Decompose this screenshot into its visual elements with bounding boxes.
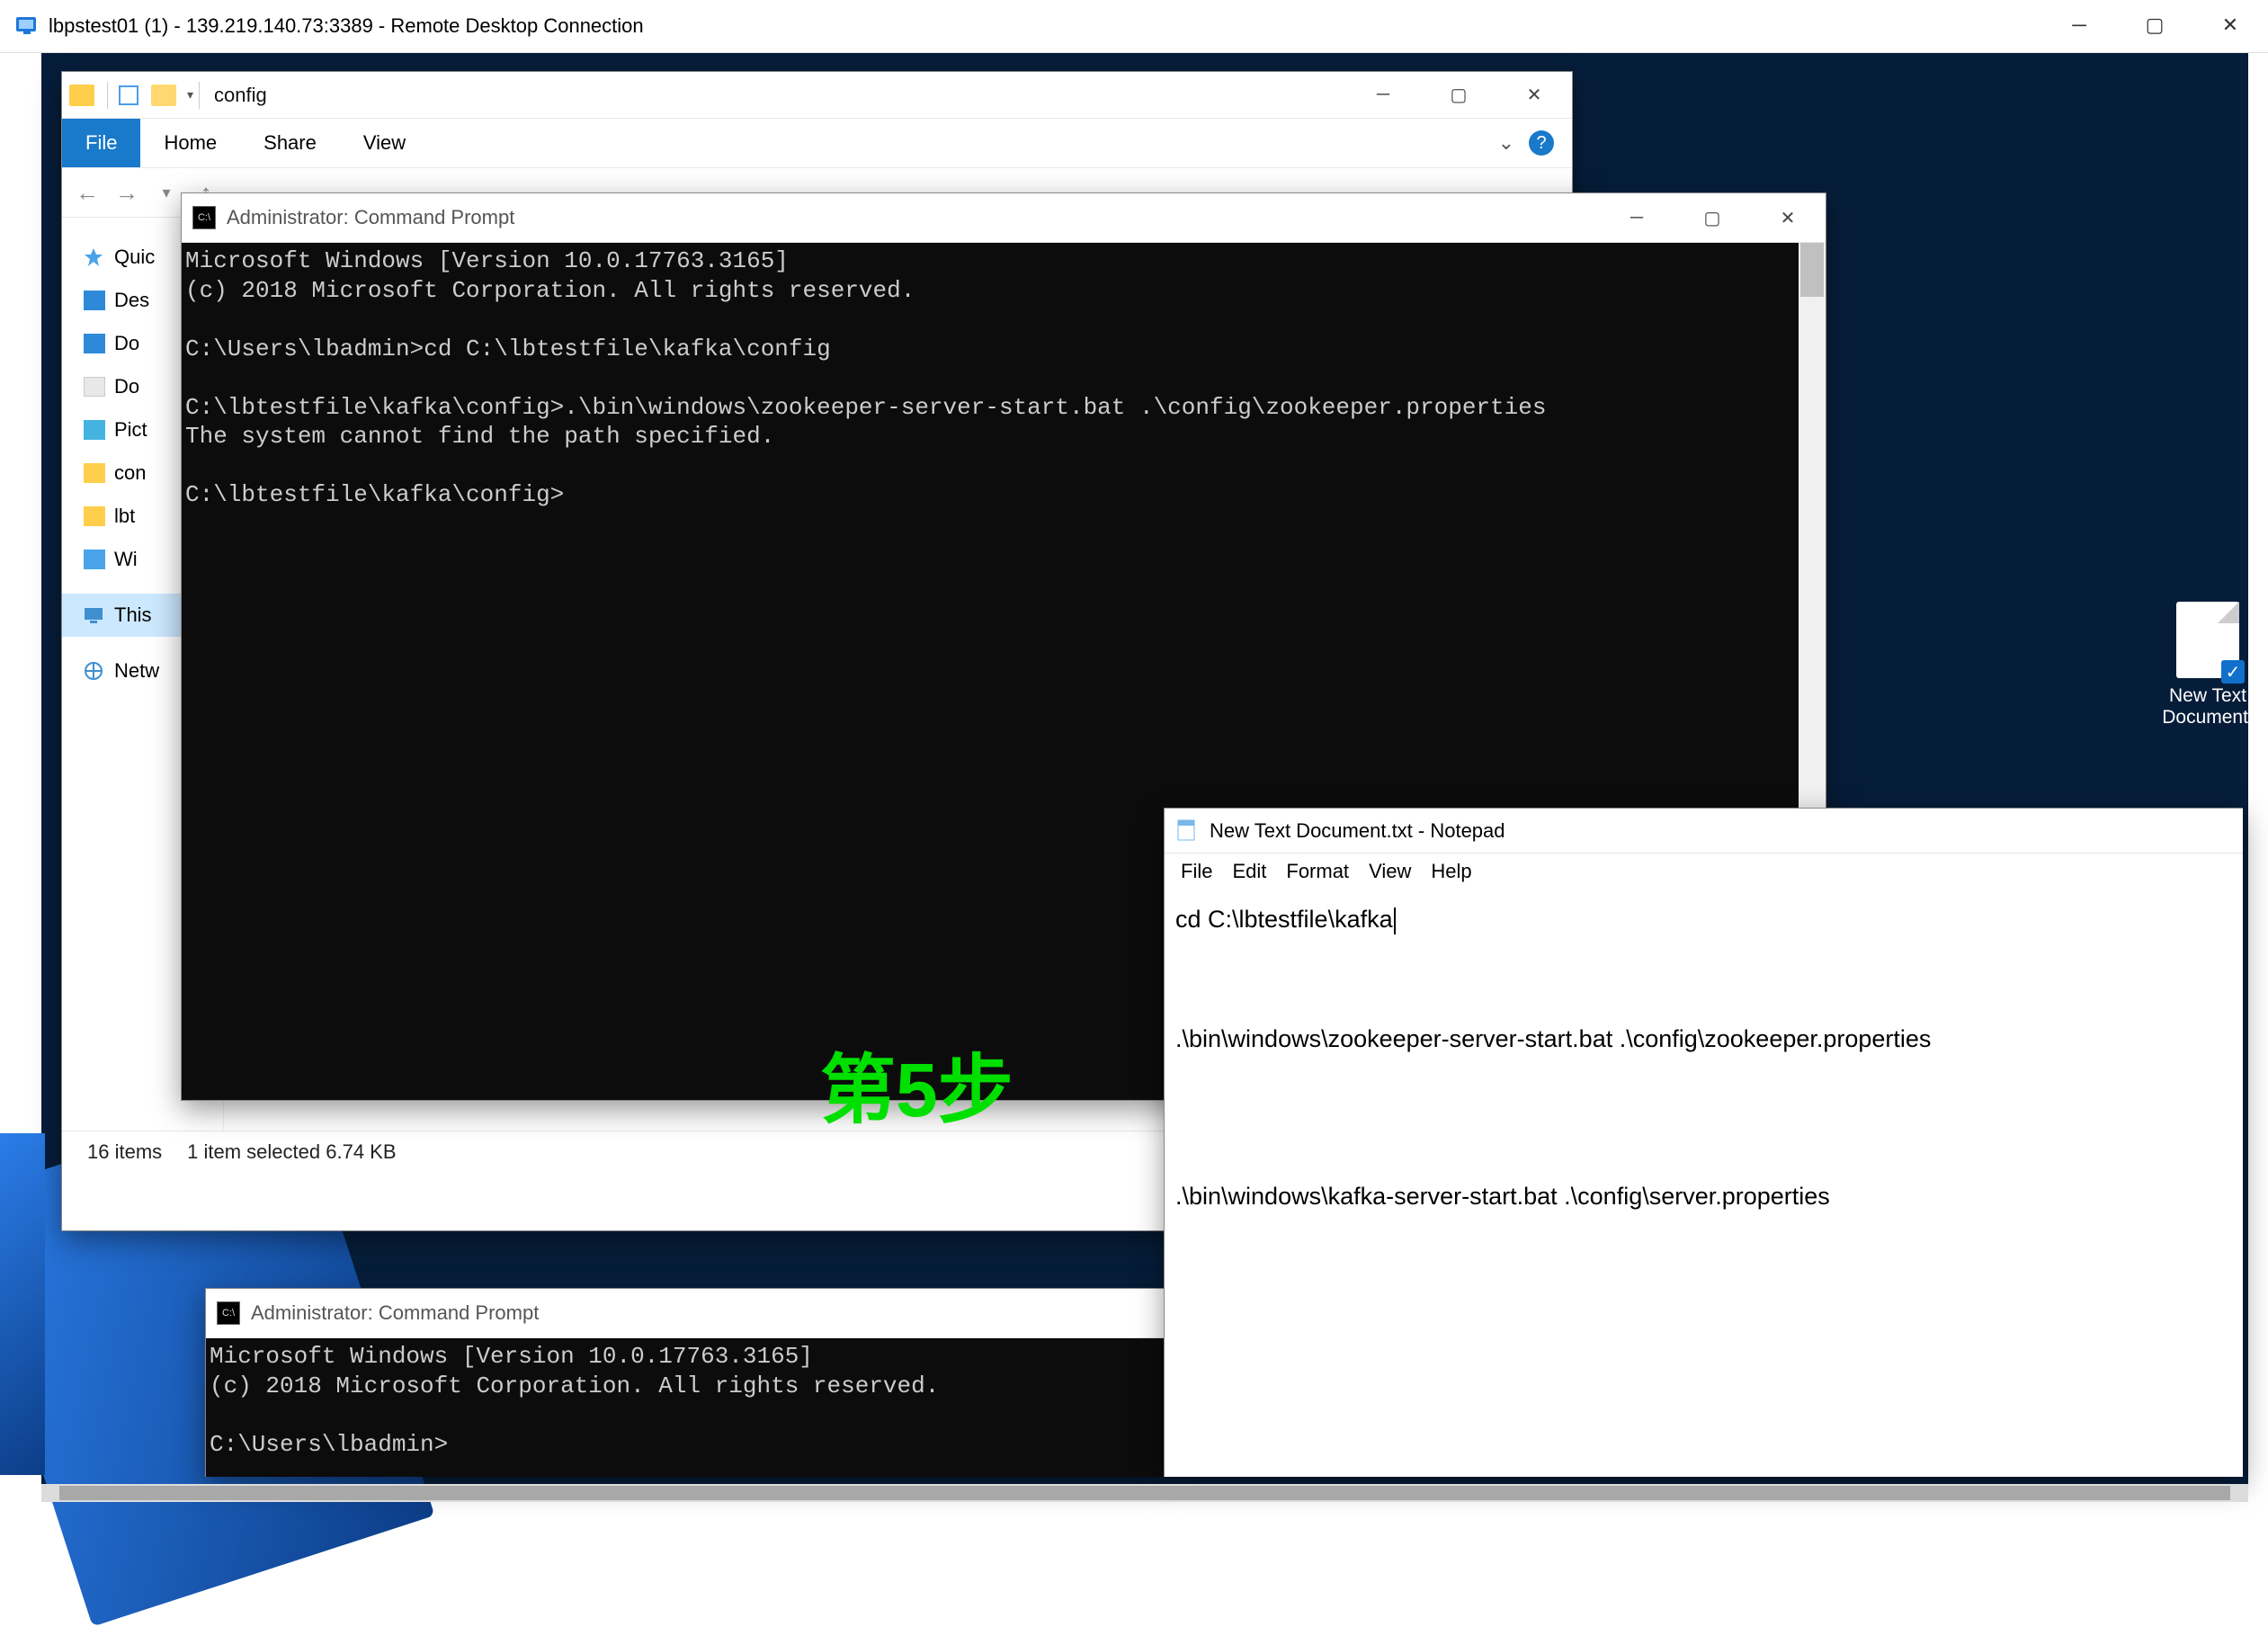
sidebar-item-label: Do	[114, 332, 139, 355]
rdp-title-text: lbpstest01 (1) - 139.219.140.73:3389 - R…	[49, 14, 644, 38]
cmd-window-2[interactable]: C:\ Administrator: Command Prompt Micros…	[205, 1288, 1167, 1477]
monitor-icon	[84, 605, 105, 625]
cmd1-title-text: Administrator: Command Prompt	[227, 206, 514, 229]
tab-share[interactable]: Share	[240, 119, 340, 167]
sidebar-item-label: Do	[114, 375, 139, 398]
close-button[interactable]: ✕	[1496, 72, 1572, 119]
menu-file[interactable]: File	[1174, 856, 1219, 887]
tab-home[interactable]: Home	[140, 119, 240, 167]
cmd2-titlebar: C:\ Administrator: Command Prompt	[206, 1289, 1166, 1338]
text-caret	[1394, 907, 1396, 934]
scrollbar-thumb[interactable]	[59, 1486, 2230, 1500]
maximize-button[interactable]: ▢	[2117, 0, 2192, 50]
maximize-button[interactable]: ▢	[1674, 194, 1750, 241]
minimize-button[interactable]: ─	[1599, 194, 1674, 241]
close-button[interactable]: ✕	[2192, 0, 2268, 50]
notepad-title-text: New Text Document.txt - Notepad	[1210, 819, 1505, 843]
sidebar-item-label: con	[114, 461, 146, 485]
explorer-quick-access-toolbar: ▾ config ─ ▢ ✕	[62, 72, 1572, 119]
explorer-title: config	[214, 84, 267, 107]
notepad-menu-bar: File Edit Format View Help	[1165, 854, 2243, 889]
separator	[107, 82, 108, 109]
sidebar-item-label: Des	[114, 289, 149, 312]
editor-line: .\bin\windows\kafka-server-start.bat .\c…	[1175, 1183, 1830, 1210]
star-icon	[84, 247, 105, 267]
folder-icon[interactable]	[151, 85, 176, 106]
network-icon	[84, 661, 105, 681]
rdp-icon	[14, 13, 40, 39]
cmd-icon: C:\	[217, 1301, 240, 1325]
cmd2-title-text: Administrator: Command Prompt	[251, 1301, 539, 1325]
pictures-icon	[84, 420, 105, 440]
folder-icon	[69, 85, 94, 106]
menu-edit[interactable]: Edit	[1225, 856, 1273, 887]
minimize-button[interactable]: ─	[1345, 72, 1421, 119]
desktop-icon	[84, 291, 105, 310]
rdp-window-controls: ─ ▢ ✕	[2041, 0, 2268, 50]
cmd2-terminal[interactable]: Microsoft Windows [Version 10.0.17763.31…	[206, 1338, 1166, 1477]
documents-icon	[84, 377, 105, 397]
sidebar-item-label: lbt	[114, 505, 135, 528]
menu-view[interactable]: View	[1362, 856, 1418, 887]
remote-desktop[interactable]: New Text Document. ▾ config ─ ▢ ✕ File	[41, 53, 2248, 1502]
nav-forward-icon[interactable]: →	[112, 179, 141, 207]
tab-view[interactable]: View	[340, 119, 429, 167]
folder-icon	[84, 506, 105, 526]
host-wallpaper-sliver	[0, 1133, 45, 1475]
cmd1-window-controls: ─ ▢ ✕	[1599, 194, 1826, 241]
cmd1-titlebar: C:\ Administrator: Command Prompt ─ ▢ ✕	[182, 193, 1826, 243]
notepad-titlebar: New Text Document.txt - Notepad	[1165, 809, 2243, 854]
windows-icon	[84, 550, 105, 569]
minimize-button[interactable]: ─	[2041, 0, 2117, 50]
cmd-icon: C:\	[192, 206, 216, 229]
downloads-icon	[84, 334, 105, 353]
folder-icon	[84, 463, 105, 483]
desktop-icon-label: Document.	[2149, 707, 2266, 729]
separator	[199, 82, 200, 109]
desktop-icon-new-text-document[interactable]: New Text Document.	[2149, 602, 2266, 729]
desktop-icon-label: New Text	[2149, 685, 2266, 707]
nav-history-icon[interactable]: ▾	[152, 183, 181, 202]
sidebar-item-label: Netw	[114, 659, 159, 683]
close-button[interactable]: ✕	[1750, 194, 1826, 241]
sidebar-item-label: Wi	[114, 548, 138, 571]
ribbon-expand-icon[interactable]: ⌄	[1498, 131, 1514, 155]
menu-format[interactable]: Format	[1279, 856, 1356, 887]
editor-line: .\bin\windows\zookeeper-server-start.bat…	[1175, 1025, 1931, 1052]
maximize-button[interactable]: ▢	[1421, 72, 1496, 119]
notepad-editor[interactable]: cd C:\lbtestfile\kafka .\bin\windows\zoo…	[1165, 889, 2243, 1230]
rdp-horizontal-scrollbar[interactable]	[41, 1484, 2248, 1502]
status-selection: 1 item selected 6.74 KB	[187, 1140, 396, 1164]
text-file-icon	[2176, 602, 2239, 678]
rdp-window: lbpstest01 (1) - 139.219.140.73:3389 - R…	[0, 0, 2268, 1502]
notepad-window[interactable]: New Text Document.txt - Notepad File Edi…	[1164, 808, 2243, 1477]
scrollbar-thumb[interactable]	[1800, 243, 1824, 297]
rdp-titlebar: lbpstest01 (1) - 139.219.140.73:3389 - R…	[0, 0, 2268, 53]
sidebar-item-label: This	[114, 603, 152, 627]
status-item-count: 16 items	[87, 1140, 162, 1164]
editor-line: cd C:\lbtestfile\kafka	[1175, 906, 1393, 933]
properties-icon[interactable]	[119, 85, 138, 105]
sidebar-item-label: Pict	[114, 418, 147, 442]
tab-file[interactable]: File	[62, 119, 140, 167]
help-icon[interactable]: ?	[1529, 130, 1554, 156]
notepad-icon	[1175, 819, 1199, 843]
sidebar-item-label: Quic	[114, 246, 155, 269]
annotation-step-5: 第5步	[820, 1030, 1013, 1139]
nav-back-icon[interactable]: ←	[73, 179, 102, 207]
menu-help[interactable]: Help	[1424, 856, 1478, 887]
explorer-ribbon: File Home Share View ⌄ ?	[62, 119, 1572, 168]
explorer-window-controls: ─ ▢ ✕	[1345, 72, 1572, 119]
